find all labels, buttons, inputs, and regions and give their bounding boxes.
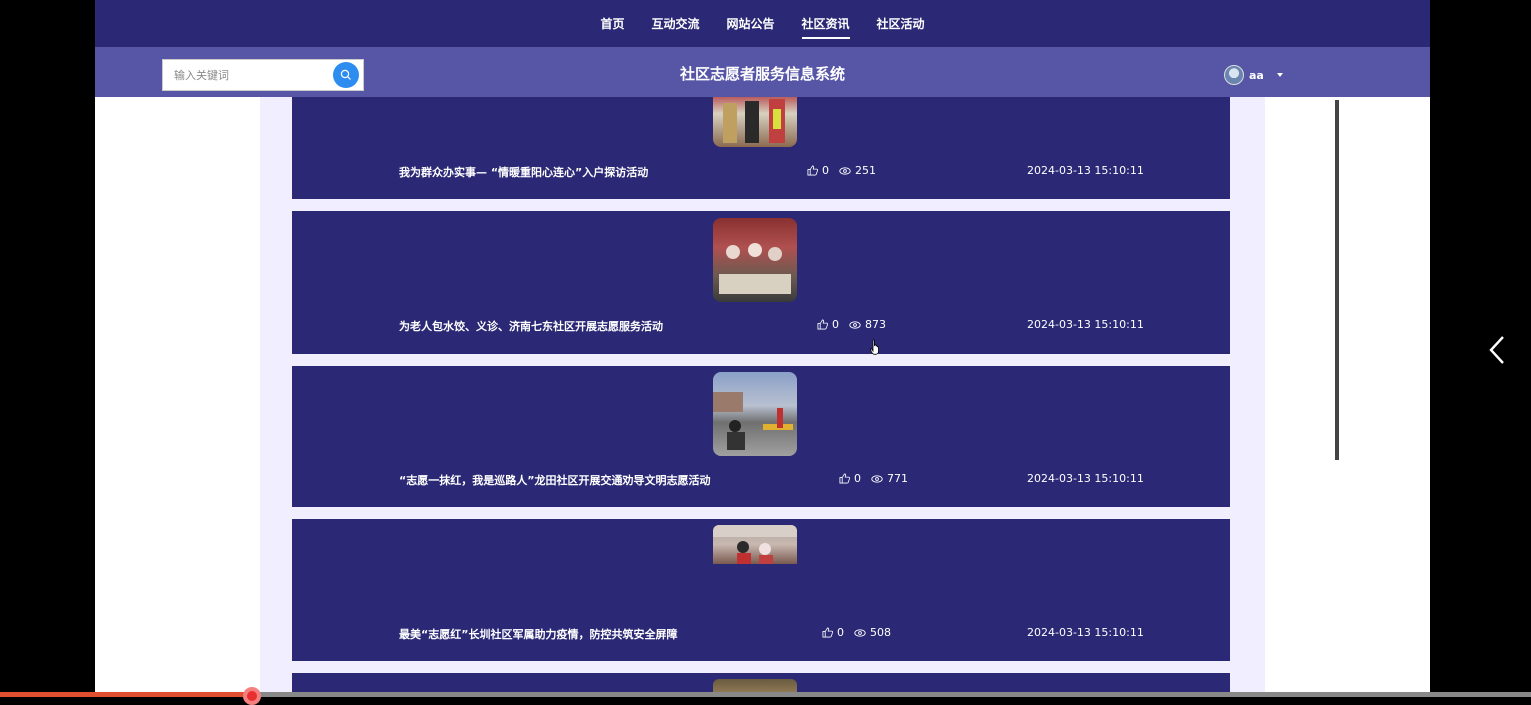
news-title[interactable]: 我为群众办实事— “情暖重阳心连心”入户探访活动 — [399, 164, 648, 180]
news-date: 2024-03-13 15:10:11 — [1027, 626, 1144, 639]
news-thumbnail[interactable] — [713, 525, 797, 564]
news-title[interactable]: 最美“志愿红”长圳社区军属助力疫情，防控共筑安全屏障 — [399, 626, 677, 642]
user-menu[interactable]: aa — [1224, 65, 1283, 85]
nav-announcements[interactable]: 网站公告 — [726, 9, 774, 38]
thumbs-up-icon[interactable] — [822, 627, 833, 638]
like-count: 0 — [837, 626, 844, 639]
chevron-left-icon[interactable] — [1486, 333, 1510, 367]
news-stats: 0 873 — [817, 318, 886, 331]
news-list: 我为群众办实事— “情暖重阳心连心”入户探访活动 0 251 2024-03-1… — [260, 97, 1265, 697]
nav-community-news[interactable]: 社区资讯 — [801, 9, 850, 39]
like-count: 0 — [832, 318, 839, 331]
news-card[interactable]: “志愿一抹红，我是巡路人”龙田社区开展交通劝导文明志愿活动 0 771 2024… — [292, 366, 1230, 507]
top-navigation: 首页 互动交流 网站公告 社区资讯 社区活动 — [95, 0, 1430, 47]
thumbs-up-icon[interactable] — [807, 165, 818, 176]
eye-icon — [849, 320, 861, 329]
view-count: 771 — [887, 472, 908, 485]
news-stats: 0 251 — [807, 164, 876, 177]
news-stats: 0 508 — [822, 626, 891, 639]
news-date: 2024-03-13 15:10:11 — [1027, 472, 1144, 485]
news-card[interactable]: 我为群众办实事— “情暖重阳心连心”入户探访活动 0 251 2024-03-1… — [292, 97, 1230, 199]
username: aa — [1249, 68, 1264, 82]
news-thumbnail[interactable] — [713, 218, 797, 302]
nav-interaction[interactable]: 互动交流 — [651, 9, 699, 38]
view-count: 251 — [855, 164, 876, 177]
like-count: 0 — [822, 164, 829, 177]
news-thumbnail[interactable] — [713, 372, 797, 456]
thumbs-up-icon[interactable] — [817, 319, 828, 330]
news-card[interactable]: 为老人包水饺、义诊、济南七东社区开展志愿服务活动 0 873 2024-03-1… — [292, 211, 1230, 354]
eye-icon — [854, 628, 866, 637]
news-thumbnail[interactable] — [713, 97, 797, 147]
news-date: 2024-03-13 15:10:11 — [1027, 164, 1144, 177]
eye-icon — [839, 166, 851, 175]
video-progress-bar[interactable] — [0, 692, 1531, 697]
nav-home[interactable]: 首页 — [600, 9, 624, 38]
chevron-down-icon — [1276, 73, 1283, 77]
news-card[interactable]: 最美“志愿红”长圳社区军属助力疫情，防控共筑安全屏障 0 508 2024-03… — [292, 519, 1230, 661]
sub-header: 社区志愿者服务信息系统 aa — [95, 47, 1430, 97]
progress-fill — [0, 692, 251, 697]
news-title[interactable]: 为老人包水饺、义诊、济南七东社区开展志愿服务活动 — [399, 318, 663, 334]
browser-viewport: 首页 互动交流 网站公告 社区资讯 社区活动 社区志愿者服务信息系统 aa 我为… — [95, 0, 1430, 697]
news-stats: 0 771 — [839, 472, 908, 485]
view-count: 508 — [870, 626, 891, 639]
avatar — [1224, 65, 1244, 85]
progress-handle[interactable] — [243, 687, 261, 705]
thumbs-up-icon[interactable] — [839, 473, 850, 484]
view-count: 873 — [865, 318, 886, 331]
scrollbar[interactable] — [1335, 100, 1339, 460]
nav-community-activities[interactable]: 社区活动 — [877, 9, 925, 38]
like-count: 0 — [854, 472, 861, 485]
news-date: 2024-03-13 15:10:11 — [1027, 318, 1144, 331]
news-title[interactable]: “志愿一抹红，我是巡路人”龙田社区开展交通劝导文明志愿活动 — [399, 472, 710, 488]
eye-icon — [871, 474, 883, 483]
hand-cursor-icon — [870, 339, 879, 355]
